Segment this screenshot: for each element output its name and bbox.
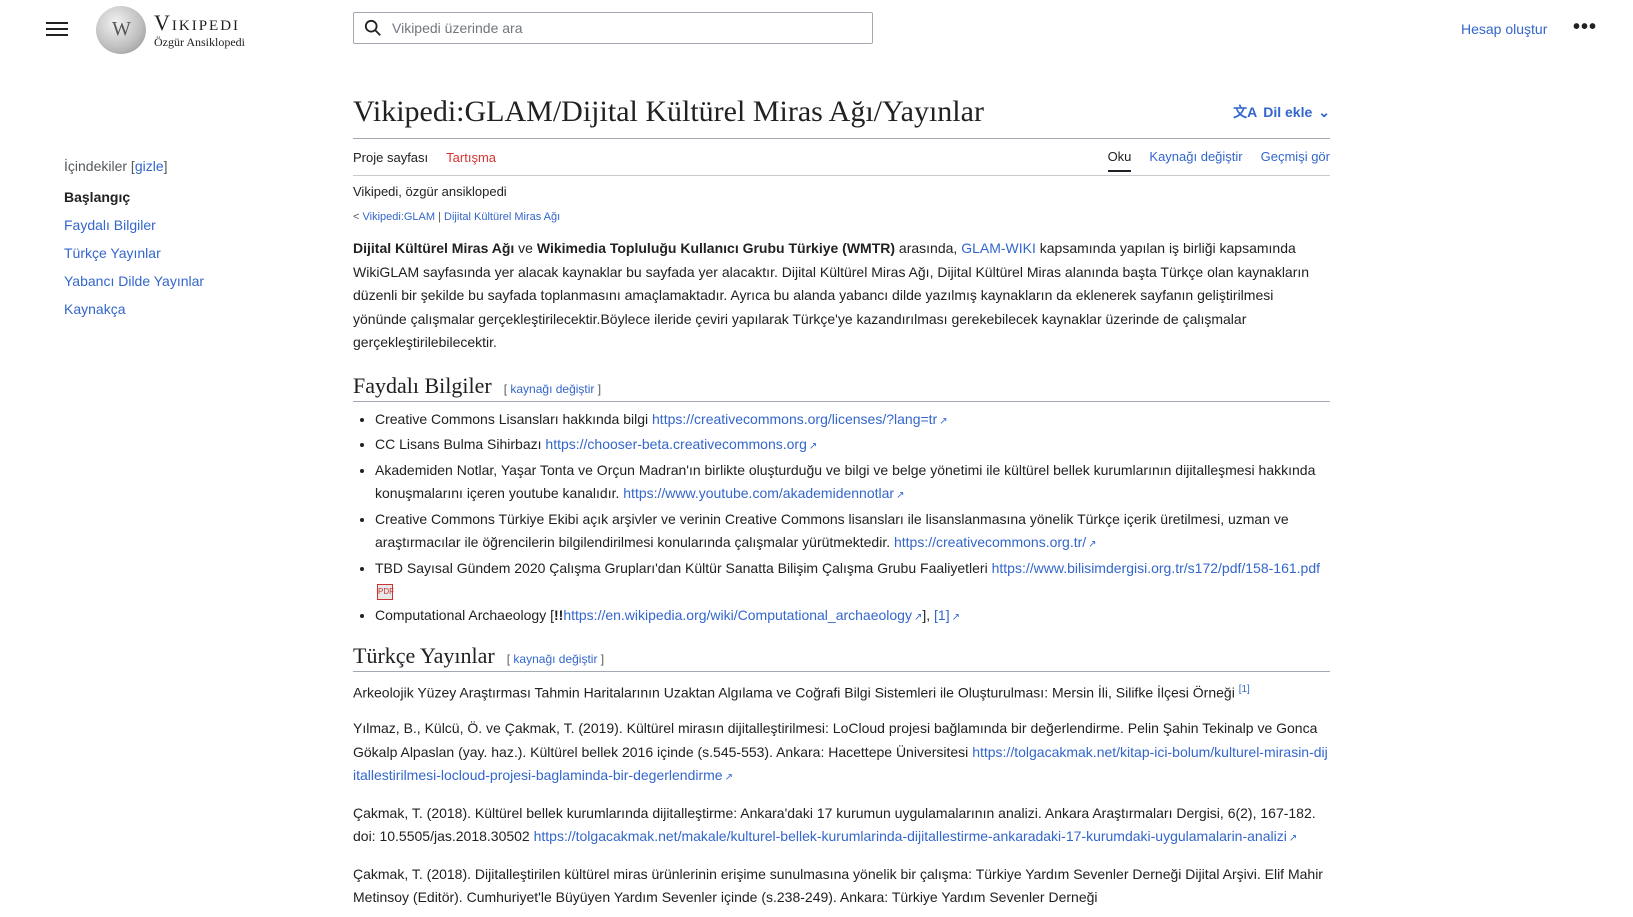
breadcrumb-dkma[interactable]: Dijital Kültürel Miras Ağı — [444, 211, 560, 223]
item-bold: !! — [554, 606, 564, 623]
add-language-button[interactable]: 文A Dil ekle ⌄ — [1233, 102, 1330, 122]
intro-text-2: arasında, — [895, 240, 962, 256]
tab-project-page[interactable]: Proje sayfası — [353, 150, 428, 165]
breadcrumb-glam[interactable]: Vikipedi:GLAM — [363, 211, 436, 223]
toc-item-yabanci-dilde-yayinlar[interactable]: Yabancı Dilde Yayınlar — [64, 272, 294, 290]
external-link-icon: ↗ — [1088, 539, 1097, 550]
external-link[interactable]: https://www.youtube.com/akademidennotlar — [623, 485, 894, 501]
search-input[interactable] — [390, 19, 872, 37]
external-link[interactable]: https://chooser-beta.creativecommons.org — [545, 436, 806, 452]
list-item: Computational Archaeology [!!https://en.… — [375, 604, 1330, 630]
edit-section-turkce[interactable]: kaynağı değiştir — [513, 652, 597, 666]
item-text-after: ], — [922, 606, 935, 623]
wikipedia-globe-icon — [96, 6, 146, 54]
breadcrumb-prefix: < — [353, 211, 360, 223]
reference-paragraph: Çakmak, T. (2018). Dijitalleştirilen kül… — [353, 863, 1330, 910]
intro-text-3: kapsamında yapılan iş birliği kapsamında… — [353, 240, 1310, 350]
edit-section-faydali[interactable]: kaynağı değiştir — [510, 382, 594, 396]
main-menu-button[interactable] — [46, 18, 68, 38]
main-content: Vikipedi:GLAM/Dijital Kültürel Miras Ağı… — [353, 92, 1330, 910]
citation-link[interactable]: [1] — [1239, 684, 1250, 695]
external-link-icon: ↗ — [939, 415, 948, 427]
item-text: TBD Sayısal Gündem 2020 Çalışma Grupları… — [375, 559, 992, 576]
reference-paragraph: Yılmaz, B., Külcü, Ö. ve Çakmak, T. (201… — [353, 717, 1330, 790]
toc-item-kaynakca[interactable]: Kaynakça — [64, 300, 294, 318]
tab-history[interactable]: Geçmişi gör — [1261, 149, 1330, 172]
page-tabs: Proje sayfası Tartışma Oku Kaynağı değiş… — [353, 139, 1330, 176]
site-logo[interactable]: Vikipedi Özgür Ansiklopedi — [96, 6, 245, 54]
toc-item-baslangic[interactable]: Başlangıç — [64, 188, 294, 206]
create-account-link[interactable]: Hesap oluştur — [1461, 21, 1547, 37]
intro-text-1: ve — [514, 240, 537, 256]
section-title-turkce: Türkçe Yayınlar — [353, 643, 495, 668]
item-text: Creative Commons Lisansları hakkında bil… — [375, 410, 653, 427]
toc-item-turkce-yayinlar[interactable]: Türkçe Yayınlar — [64, 244, 294, 262]
reference-paragraph: Arkeolojik Yüzey Araştırması Tahmin Hari… — [353, 678, 1330, 705]
reference-paragraph: Çakmak, T. (2018). Kültürel bellek kurum… — [353, 802, 1330, 851]
wordmark: Vikipedi — [154, 10, 241, 35]
external-link-icon: ↗ — [724, 772, 733, 784]
external-link-ref[interactable]: [1] — [934, 607, 950, 623]
table-of-contents: İçindekiler [gizle] Başlangıç Faydalı Bi… — [64, 158, 294, 328]
item-text: Creative Commons Türkiye Ekibi açık arşi… — [375, 510, 1289, 551]
breadcrumb-separator: | — [438, 211, 441, 223]
translate-icon: 文A — [1233, 104, 1258, 120]
search-icon[interactable] — [364, 19, 382, 37]
ref-text: Arkeolojik Yüzey Araştırması Tahmin Hari… — [353, 684, 1239, 701]
section-title-faydali: Faydalı Bilgiler — [353, 372, 492, 398]
item-text: Computational Archaeology [ — [375, 606, 554, 623]
chevron-down-icon: ⌄ — [1318, 103, 1330, 120]
add-language-label: Dil ekle — [1263, 104, 1313, 120]
pdf-icon: PDF — [377, 584, 394, 601]
toc-hide-link[interactable]: gizle — [135, 158, 164, 174]
tab-read[interactable]: Oku — [1107, 149, 1132, 172]
external-link-icon: ↗ — [896, 490, 905, 501]
external-link[interactable]: https://creativecommons.org.tr/ — [894, 534, 1086, 550]
tab-talk[interactable]: Tartışma — [446, 150, 496, 165]
item-text: CC Lisans Bulma Sihirbazı — [375, 436, 546, 452]
breadcrumb: < Vikipedi:GLAM | Dijital Kültürel Miras… — [353, 211, 1330, 223]
intro-bold-1: Dijital Kültürel Miras Ağı — [353, 240, 515, 256]
site-tagline-logo: Özgür Ansiklopedi — [154, 35, 245, 49]
list-item: TBD Sayısal Gündem 2020 Çalışma Grupları… — [375, 557, 1330, 604]
page-title: Vikipedi:GLAM/Dijital Kültürel Miras Ağı… — [353, 95, 984, 128]
intro-paragraph: Dijital Kültürel Miras Ağı ve Wikimedia … — [353, 237, 1330, 355]
list-item: Akademiden Notlar, Yaşar Tonta ve Orçun … — [375, 459, 1330, 508]
faydali-list: Creative Commons Lisansları hakkında bil… — [353, 408, 1330, 630]
external-link-icon: ↗ — [951, 611, 960, 623]
glam-wiki-link[interactable]: GLAM-WIKI — [961, 240, 1036, 256]
intro-bold-2: Wikimedia Topluluğu Kullanıcı Grubu Türk… — [536, 240, 896, 256]
external-link[interactable]: https://tolgacakmak.net/makale/kulturel-… — [534, 828, 1287, 844]
list-item: Creative Commons Türkiye Ekibi açık arşi… — [375, 508, 1330, 557]
section-heading-turkce: Türkçe Yayınlar [ kaynağı değiştir ] — [353, 643, 1330, 672]
toc-heading: İçindekiler — [64, 158, 128, 174]
list-item: CC Lisans Bulma Sihirbazı https://choose… — [375, 433, 1330, 459]
external-link-icon: ↗ — [808, 441, 818, 452]
ref-text: Çakmak, T. (2018). Dijitalleştirilen kül… — [353, 865, 1323, 906]
more-options-icon[interactable]: ••• — [1573, 16, 1597, 39]
external-link[interactable]: https://creativecommons.org/licenses/?la… — [652, 411, 937, 427]
pdf-link[interactable]: https://www.bilisimdergisi.org.tr/s172/p… — [992, 560, 1320, 576]
search-box — [353, 12, 873, 44]
section-heading-faydali: Faydalı Bilgiler [ kaynağı değiştir ] — [353, 373, 1330, 402]
external-link[interactable]: https://en.wikipedia.org/wiki/Computatio… — [563, 607, 912, 623]
toc-item-faydali-bilgiler[interactable]: Faydalı Bilgiler — [64, 216, 294, 234]
site-subtitle: Vikipedi, özgür ansiklopedi — [353, 184, 507, 199]
list-item: Creative Commons Lisansları hakkında bil… — [375, 408, 1330, 434]
external-link-icon: ↗ — [1288, 833, 1298, 845]
tab-edit-source[interactable]: Kaynağı değiştir — [1149, 149, 1242, 172]
